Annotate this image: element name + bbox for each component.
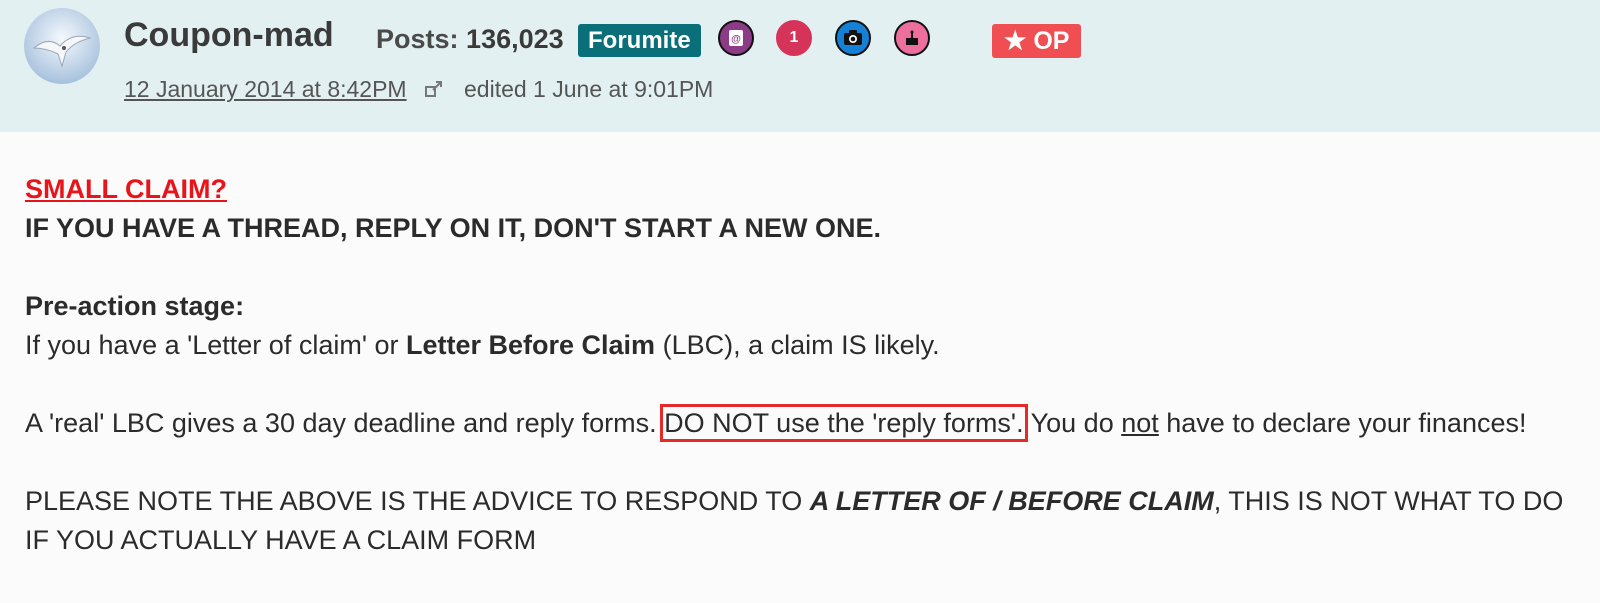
thread-notice: IF YOU HAVE A THREAD, REPLY ON IT, DON'T… [25, 213, 881, 243]
post-date-link[interactable]: 12 January 2014 at 8:42PM [124, 76, 407, 103]
camera-icon[interactable] [835, 20, 871, 56]
posts-label: Posts: [376, 24, 459, 54]
author-name[interactable]: Coupon-mad [124, 16, 334, 55]
paragraph-lbc: If you have a 'Letter of claim' or Lette… [25, 330, 940, 360]
post-header: Coupon-mad Posts: 136,023 Forumite @ 1 ★… [0, 0, 1600, 132]
birthday-cake-icon[interactable] [894, 20, 930, 56]
stage-heading: Pre-action stage: [25, 291, 245, 321]
post-title: SMALL CLAIM? [25, 174, 227, 204]
edited-timestamp: edited 1 June at 9:01PM [464, 76, 714, 102]
number-one-badge-icon[interactable]: 1 [776, 20, 812, 56]
posts-count: 136,023 [466, 24, 564, 54]
permalink-icon[interactable] [425, 80, 443, 98]
original-poster-badge: ★ OP [992, 24, 1082, 58]
seagull-icon [32, 35, 92, 68]
rank-badge: Forumite [578, 24, 701, 57]
post-count: Posts: 136,023 [376, 24, 564, 55]
svg-text:@: @ [731, 34, 741, 45]
paragraph-note: PLEASE NOTE THE ABOVE IS THE ADVICE TO R… [25, 486, 1564, 555]
post-body: SMALL CLAIM? IF YOU HAVE A THREAD, REPLY… [25, 170, 1585, 560]
avatar[interactable] [24, 8, 100, 84]
highlighted-warning: DO NOT use the 'reply forms'. [660, 404, 1028, 442]
paragraph-reply-forms: A 'real' LBC gives a 30 day deadline and… [25, 404, 1527, 442]
address-book-icon[interactable]: @ [718, 20, 754, 56]
